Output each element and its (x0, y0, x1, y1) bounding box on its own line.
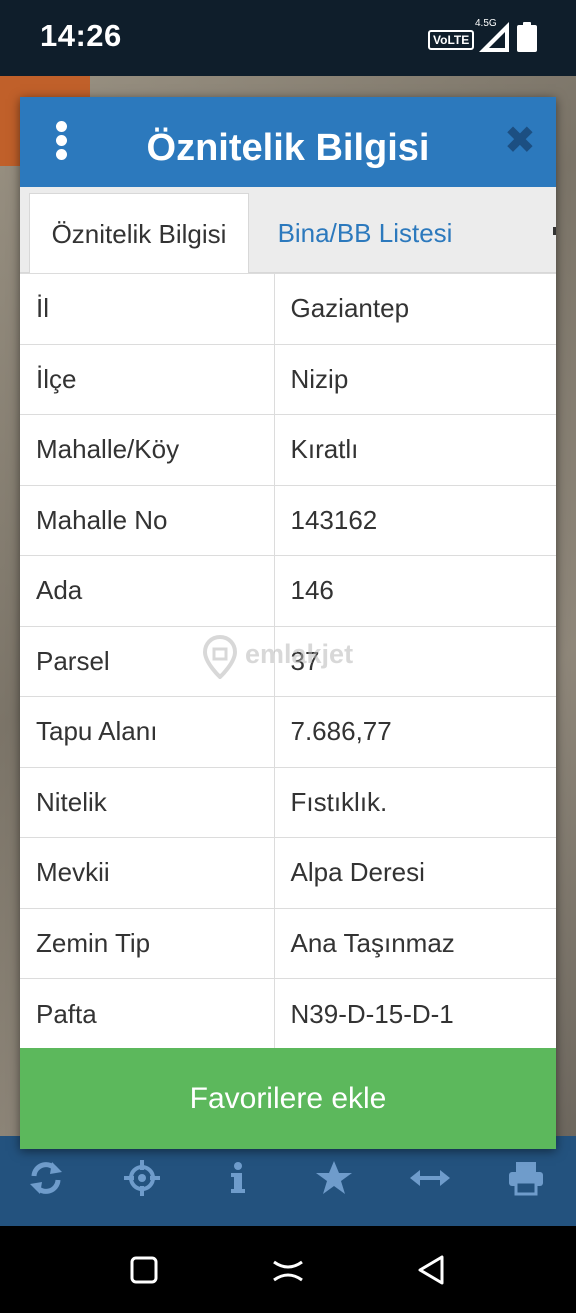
row-key: Zemin Tip (20, 907, 275, 979)
row-key: Ada (20, 555, 275, 626)
close-icon[interactable]: ✖ (504, 121, 536, 161)
row-value: 146 (274, 555, 556, 626)
recents-icon[interactable] (126, 1252, 162, 1288)
back-icon[interactable] (414, 1252, 450, 1288)
table-row: Mevkii Alpa Deresi (20, 837, 556, 908)
signal-icon (479, 22, 509, 52)
attribute-dialog: Öznitelik Bilgisi ✖ Öznitelik Bilgisi Bi… (20, 97, 556, 1149)
info-icon[interactable] (218, 1158, 258, 1198)
tab-bar: Öznitelik Bilgisi Bina/BB Listesi (20, 187, 556, 273)
row-key: Mahalle/Köy (20, 414, 275, 485)
row-value: Nizip (274, 343, 556, 415)
battery-icon (517, 22, 537, 52)
table-row: Mahalle No 143162 (20, 484, 556, 556)
location-pin-icon (203, 635, 237, 679)
row-value: Alpa Deresi (274, 837, 556, 908)
home-icon[interactable] (270, 1252, 306, 1288)
row-value: Ana Taşınmaz (274, 907, 556, 979)
status-bar: 14:26 VoLTE 4.5G (0, 0, 576, 76)
table-row: Nitelik Fıstıklık. (20, 766, 556, 838)
table-row: Ada 146 (20, 555, 556, 626)
dialog-title: Öznitelik Bilgisi (146, 127, 430, 169)
add-favorite-button[interactable]: Favorilere ekle (20, 1048, 556, 1149)
row-value: N39-D-15-D-1 (274, 978, 556, 1049)
dialog-header: Öznitelik Bilgisi ✖ (20, 97, 556, 187)
star-icon[interactable] (314, 1158, 354, 1198)
table-row: İlçe Nizip (20, 343, 556, 415)
row-key: Nitelik (20, 766, 275, 838)
status-time: 14:26 (40, 18, 122, 53)
table-row: Zemin Tip Ana Taşınmaz (20, 907, 556, 979)
row-key: İlçe (20, 343, 275, 415)
measure-icon[interactable] (410, 1158, 450, 1198)
table-row: İl Gaziantep (20, 273, 556, 344)
row-key: Mahalle No (20, 484, 275, 556)
table-row: Mahalle/Köy Kıratlı (20, 414, 556, 485)
row-value: 7.686,77 (274, 696, 556, 767)
locate-icon[interactable] (122, 1158, 162, 1198)
tab-building-list[interactable]: Bina/BB Listesi (256, 193, 474, 273)
table-row: Tapu Alanı 7.686,77 (20, 696, 556, 767)
watermark-text: emlakjet (245, 639, 354, 669)
row-value: 143162 (274, 484, 556, 556)
row-value: Kıratlı (274, 414, 556, 485)
tab-scroll-indicator (553, 227, 556, 235)
table-row: Pafta N39-D-15-D-1 (20, 978, 556, 1049)
row-key: İl (20, 273, 275, 344)
row-key: Tapu Alanı (20, 696, 275, 767)
row-key: Mevkii (20, 837, 275, 908)
row-value: Fıstıklık. (274, 766, 556, 838)
print-icon[interactable] (506, 1158, 546, 1198)
volte-icon: VoLTE (428, 30, 475, 50)
map-toolbar (0, 1136, 576, 1226)
watermark-logo: emlakjet (203, 631, 403, 681)
tab-attributes[interactable]: Öznitelik Bilgisi (29, 193, 249, 273)
refresh-icon[interactable] (26, 1158, 66, 1198)
row-value: Gaziantep (274, 273, 556, 344)
row-key: Pafta (20, 978, 275, 1049)
